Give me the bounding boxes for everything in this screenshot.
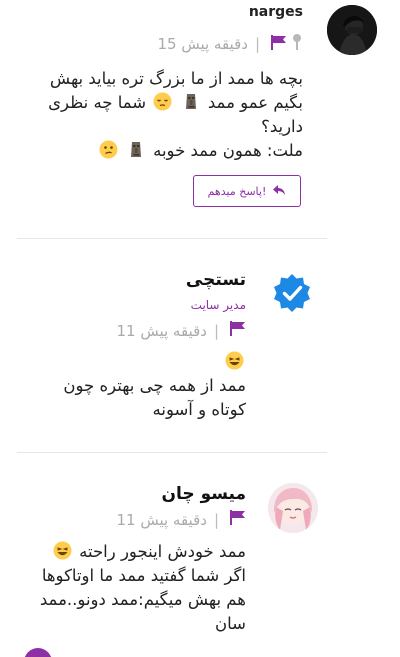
- comment-line: دارید؟: [261, 117, 303, 136]
- flag-icon[interactable]: [230, 321, 246, 340]
- reply-arrow-icon: [272, 184, 286, 199]
- comment-meta: | 11 دقیقه پیش: [116, 510, 246, 529]
- comment-line-row: بگیم عمو ممد شما چه نظری: [33, 91, 303, 115]
- comment-line: ملت: همون ممد خوبه: [153, 141, 303, 160]
- moai-emoji: [182, 92, 201, 111]
- comment-line: شما چه نظری: [48, 93, 147, 112]
- comment-line: ممد از همه چی بهتره چون: [63, 376, 246, 395]
- comment-line: بچه ها ممد از ما بزرگ تره بیاید بهش: [49, 69, 303, 88]
- reply-label: پاسخ میدهم!: [207, 184, 267, 198]
- comment-author[interactable]: تستچی: [186, 270, 246, 290]
- comment-body: بچه ها ممد از ما بزرگ تره بیاید بهش بگیم…: [33, 67, 303, 163]
- comments-page: narges | 15 دقیقه پیش بچه ها ممد از ما ب…: [0, 0, 400, 657]
- flag-icon[interactable]: [230, 510, 246, 529]
- confused-face-emoji: [99, 140, 118, 159]
- anime-girl-avatar[interactable]: [268, 483, 318, 533]
- comment-meta: | 15 دقیقه پیش: [157, 33, 303, 55]
- laughing-face-emoji: [225, 351, 244, 370]
- comment-line: ممد خودش اینجور راحته: [79, 542, 246, 561]
- flag-icon[interactable]: [271, 34, 287, 54]
- moai-emoji: [127, 140, 146, 159]
- comment-line-row: ممد خودش اینجور راحته: [26, 540, 246, 564]
- author-role: مدیر سایت: [190, 298, 246, 312]
- comment-body: ممد از همه چی بهتره چون کوتاه و آسونه: [31, 350, 246, 422]
- meta-separator: |: [213, 321, 219, 340]
- pin-icon[interactable]: [291, 33, 303, 55]
- comment-meta: | 11 دقیقه پیش: [116, 321, 246, 340]
- laughing-face-emoji: [53, 541, 72, 560]
- divider: [17, 452, 327, 453]
- meta-separator: |: [213, 510, 219, 529]
- comment-body: ممد خودش اینجور راحته اگر شما گفتید ممد …: [26, 540, 246, 636]
- relieved-face-emoji: [153, 92, 172, 111]
- avatar[interactable]: [327, 5, 377, 55]
- comment-line: کوتاه و آسونه: [152, 400, 246, 419]
- comment-time: 11 دقیقه پیش: [116, 510, 207, 529]
- meta-separator: |: [254, 35, 260, 53]
- comment-author[interactable]: میسو چان: [162, 484, 247, 504]
- comment-line-row: ملت: همون ممد خوبه: [33, 139, 303, 163]
- divider: [17, 238, 327, 239]
- verified-badge-icon[interactable]: [272, 273, 312, 313]
- comment-line-row: [31, 350, 246, 374]
- comment-author[interactable]: narges: [249, 4, 303, 20]
- reply-button[interactable]: پاسخ میدهم!: [193, 175, 301, 207]
- comment-time: 11 دقیقه پیش: [116, 321, 207, 340]
- comment-line: اگر شما گفتید ممد ما اوتاکوها: [41, 566, 246, 585]
- floating-action-button[interactable]: [24, 648, 52, 657]
- comment-line: بگیم عمو ممد: [207, 93, 303, 112]
- comment-line: هم بهش میگیم:ممد دونو..ممد: [39, 590, 246, 609]
- comment-time: 15 دقیقه پیش: [157, 35, 248, 53]
- comment-line: سان: [215, 614, 246, 633]
